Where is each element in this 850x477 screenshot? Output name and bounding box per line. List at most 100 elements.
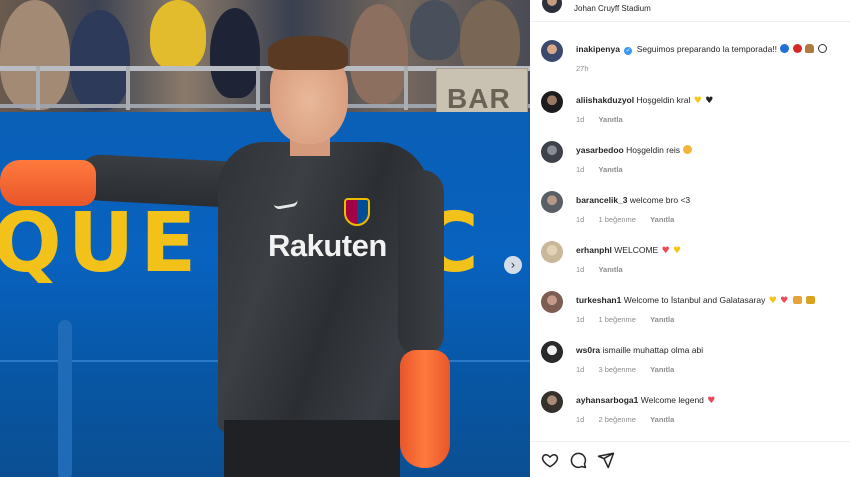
- comment-text: Welcome legend: [640, 395, 704, 405]
- avatar[interactable]: [541, 291, 563, 313]
- caption-time[interactable]: 27h: [576, 64, 589, 73]
- comment-text: WELCOME: [614, 245, 659, 255]
- comment-username[interactable]: aliishakduzyol: [576, 95, 634, 105]
- reply-button[interactable]: Yanıtla: [598, 165, 622, 174]
- player: Rakuten: [0, 0, 530, 477]
- chevron-right-icon[interactable]: ›: [504, 256, 522, 274]
- comment-icon[interactable]: [569, 451, 587, 469]
- caption-username[interactable]: inakipenya: [576, 44, 620, 54]
- black-heart-emoji-icon: ♥: [705, 96, 714, 106]
- comment-username[interactable]: yasarbedoo: [576, 145, 624, 155]
- comment-meta: 1d 1 beğenme Yanıtla: [576, 315, 686, 324]
- comment-time[interactable]: 1d: [576, 415, 584, 424]
- avatar[interactable]: [541, 241, 563, 263]
- comment-row: turkeshan1 Welcome to İstanbul and Galat…: [530, 291, 850, 337]
- reply-button[interactable]: Yanıtla: [598, 115, 622, 124]
- caption-text-line: inakipenya ✓ Seguimos preparando la temp…: [576, 44, 846, 55]
- comment-text-line: ayhansarboga1 Welcome legend ♥: [576, 395, 846, 406]
- comment-text-line: turkeshan1 Welcome to İstanbul and Galat…: [576, 295, 846, 306]
- lion-emoji-icon: [792, 296, 802, 304]
- verified-badge-icon: ✓: [624, 47, 633, 55]
- comment-meta: 1d Yanıtla: [576, 265, 635, 274]
- caption-meta: 27h: [576, 64, 601, 73]
- yellow-heart-emoji-icon: ♥: [693, 96, 702, 106]
- comment-row: aliishakduzyol Hoşgeldin kral ♥ ♥ 1d Yan…: [530, 91, 850, 137]
- comment-text-line: yasarbedoo Hoşgeldin reis: [576, 145, 846, 155]
- comment-time[interactable]: 1d: [576, 165, 584, 174]
- comments-panel: Johan Cruyff Stadium inakipenya ✓ Seguim…: [530, 0, 850, 477]
- red-heart-emoji-icon: ♥: [661, 246, 670, 256]
- comment-text-line: barancelik_3 welcome bro <3: [576, 195, 846, 205]
- reply-button[interactable]: Yanıtla: [650, 415, 674, 424]
- player-shorts: [224, 420, 400, 477]
- comment-time[interactable]: 1d: [576, 115, 584, 124]
- comment-text-line: aliishakduzyol Hoşgeldin kral ♥ ♥: [576, 95, 846, 106]
- avatar[interactable]: [541, 40, 563, 62]
- comment-meta: 1d 2 beğenme Yanıtla: [576, 415, 686, 424]
- caption-text: Seguimos preparando la temporada!!: [636, 44, 778, 54]
- red-circle-emoji-icon: [792, 44, 802, 53]
- comment-text: welcome bro <3: [629, 195, 691, 205]
- comment-likes[interactable]: 1 beğenme: [598, 215, 636, 224]
- caption-row: inakipenya ✓ Seguimos preparando la temp…: [530, 40, 850, 86]
- comment-row: ws0ra ismaille muhattap olma abi 1d 3 be…: [530, 341, 850, 387]
- comment-time[interactable]: 1d: [576, 215, 584, 224]
- heart-eyes-emoji-icon: [683, 145, 693, 154]
- comment-likes[interactable]: 3 beğenme: [598, 365, 636, 374]
- comment-time[interactable]: 1d: [576, 315, 584, 324]
- red-heart-emoji-icon: ♥: [780, 296, 789, 306]
- comment-text: Welcome to İstanbul and Galatasaray: [623, 295, 766, 305]
- jersey-sponsor: Rakuten: [268, 228, 387, 263]
- avatar[interactable]: [541, 191, 563, 213]
- heart-icon[interactable]: [541, 451, 559, 469]
- comment-row: yasarbedoo Hoşgeldin reis 1d Yanıtla: [530, 141, 850, 187]
- send-icon[interactable]: [597, 451, 615, 469]
- red-heart-emoji-icon: ♥: [707, 396, 716, 406]
- avatar[interactable]: [541, 391, 563, 413]
- comment-row: barancelik_3 welcome bro <3 1d 1 beğenme…: [530, 191, 850, 237]
- flexed-biceps-emoji-icon: [805, 44, 815, 53]
- location-label[interactable]: Johan Cruyff Stadium: [574, 4, 651, 13]
- avatar[interactable]: [541, 91, 563, 113]
- comment-text: ismaille muhattap olma abi: [602, 345, 704, 355]
- blue-circle-emoji-icon: [780, 44, 790, 53]
- player-right-arm: [398, 170, 444, 356]
- comment-time[interactable]: 1d: [576, 265, 584, 274]
- comment-row: erhanphl WELCOME ♥ ♥ 1d Yanıtla: [530, 241, 850, 287]
- post-photo[interactable]: BAR QUE UN C Rakuten ›: [0, 0, 530, 477]
- soccer-ball-emoji-icon: [817, 44, 827, 53]
- post-actions: [530, 441, 850, 477]
- reply-button[interactable]: Yanıtla: [598, 265, 622, 274]
- comment-time[interactable]: 1d: [576, 365, 584, 374]
- yellow-heart-emoji-icon: ♥: [768, 296, 777, 306]
- comment-username[interactable]: erhanphl: [576, 245, 612, 255]
- avatar[interactable]: [541, 141, 563, 163]
- comment-username[interactable]: turkeshan1: [576, 295, 621, 305]
- comment-text: Hoşgeldin kral: [636, 95, 691, 105]
- player-right-glove: [400, 350, 450, 468]
- club-crest: [344, 198, 370, 226]
- trophy-emoji-icon: [805, 296, 815, 304]
- comment-text-line: ws0ra ismaille muhattap olma abi: [576, 345, 846, 355]
- comment-row: ayhansarboga1 Welcome legend ♥ 1d 2 beğe…: [530, 391, 850, 437]
- reply-button[interactable]: Yanıtla: [650, 215, 674, 224]
- comment-meta: 1d Yanıtla: [576, 165, 635, 174]
- reply-button[interactable]: Yanıtla: [650, 365, 674, 374]
- comment-username[interactable]: ayhansarboga1: [576, 395, 638, 405]
- avatar[interactable]: [542, 0, 562, 13]
- comment-username[interactable]: ws0ra: [576, 345, 600, 355]
- comment-username[interactable]: barancelik_3: [576, 195, 628, 205]
- player-hair: [268, 36, 348, 70]
- comment-meta: 1d 1 beğenme Yanıtla: [576, 215, 686, 224]
- player-left-glove: [0, 160, 96, 206]
- comment-text: Hoşgeldin reis: [626, 145, 680, 155]
- comment-likes[interactable]: 1 beğenme: [598, 315, 636, 324]
- post-header: Johan Cruyff Stadium: [530, 0, 850, 22]
- yellow-heart-emoji-icon: ♥: [673, 246, 682, 256]
- reply-button[interactable]: Yanıtla: [650, 315, 674, 324]
- comment-meta: 1d Yanıtla: [576, 115, 635, 124]
- comment-likes[interactable]: 2 beğenme: [598, 415, 636, 424]
- comment-text-line: erhanphl WELCOME ♥ ♥: [576, 245, 846, 256]
- avatar[interactable]: [541, 341, 563, 363]
- comment-meta: 1d 3 beğenme Yanıtla: [576, 365, 686, 374]
